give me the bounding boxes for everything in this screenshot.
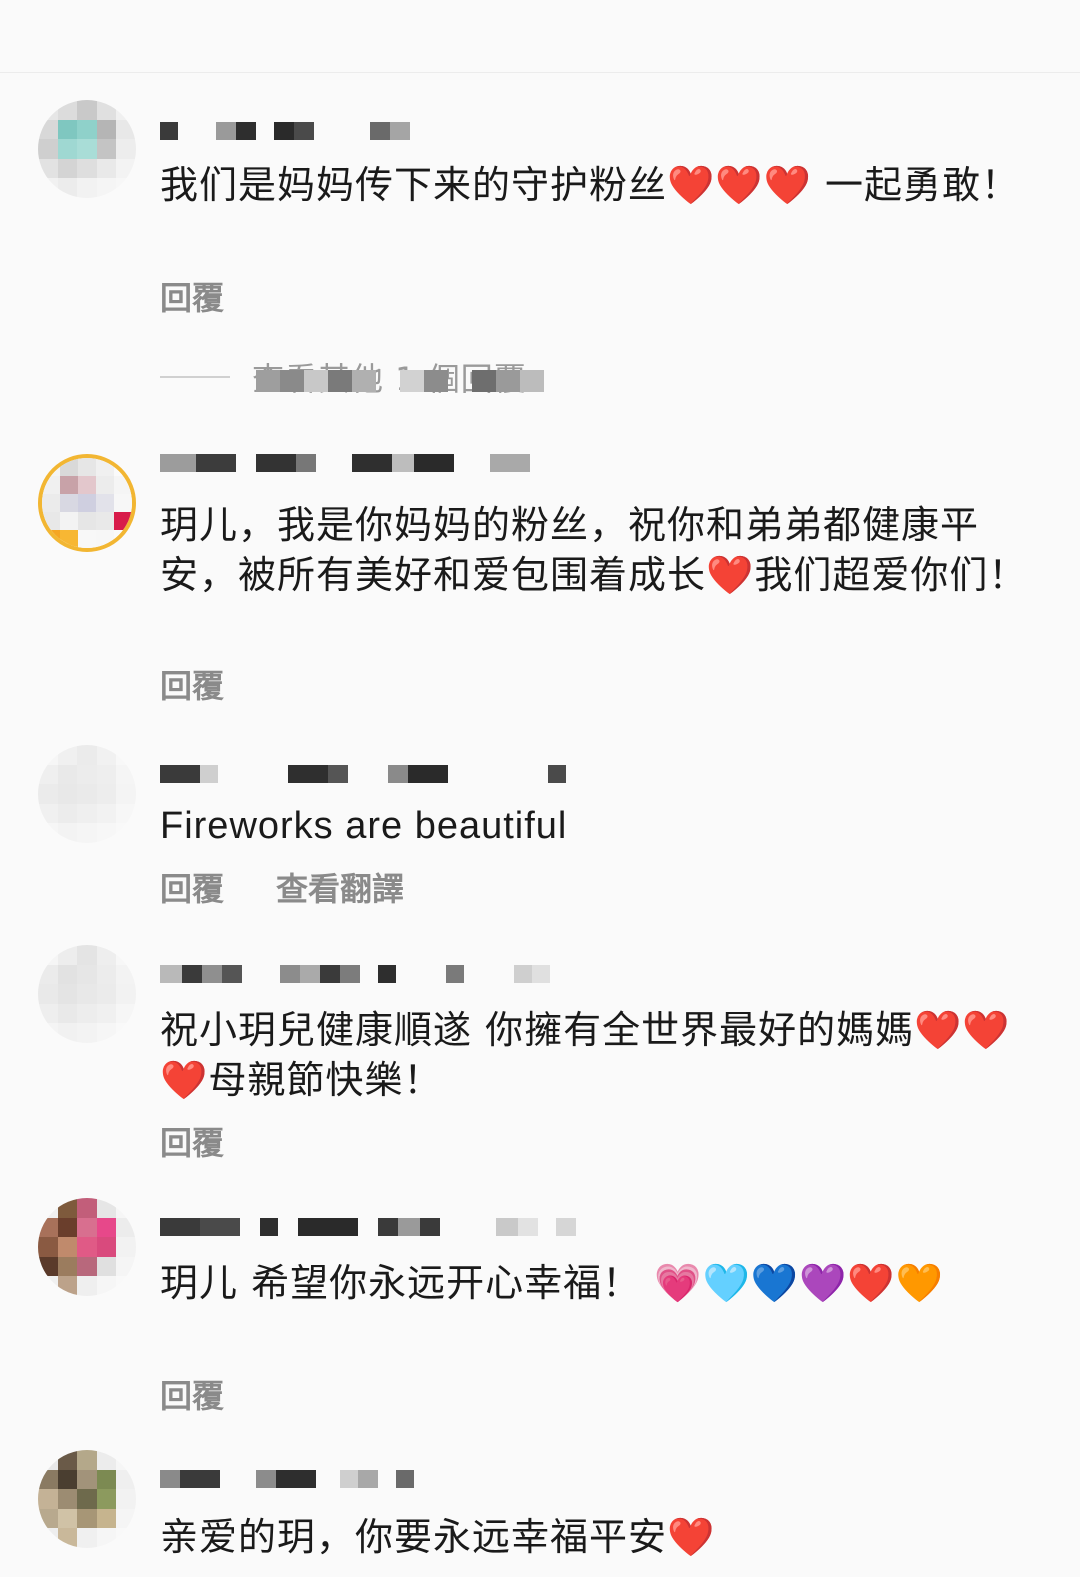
comment-actions: 回覆 [160,1123,224,1163]
comment-text: Fireworks are beautiful [160,805,568,847]
comment-actions: 回覆 [160,666,224,706]
reply-button[interactable]: 回覆 [160,278,224,318]
username-blurred[interactable] [160,452,530,474]
reply-button[interactable]: 回覆 [160,1123,224,1163]
avatar[interactable] [38,100,136,198]
reply-button[interactable]: 回覆 [160,1376,224,1416]
replies-divider [160,376,230,378]
username-blurred[interactable] [160,1216,576,1238]
see-translation-button[interactable]: 查看翻譯 [276,869,404,909]
comment-text: 亲爱的玥，你要永远幸福平安❤️ [160,1515,716,1559]
comment-text: 玥儿，我是你妈妈的粉丝，祝你和弟弟都健康平安，被所有美好和爱包围着成长❤️我们超… [160,503,1028,597]
avatar[interactable] [38,1198,136,1296]
avatar[interactable] [38,945,136,1043]
mosaic-overlay [256,370,544,392]
divider [0,72,1080,73]
username-blurred[interactable] [160,1468,414,1490]
username-blurred[interactable] [160,963,550,985]
comment-text: 玥儿 希望你永远开心幸福！ 💗🩵💙💜❤️🧡 [160,1261,945,1305]
comments-screen: 我们是妈妈传下来的守护粉丝❤️❤️❤️ 一起勇敢！ 回覆 查看其他 1 個回覆 … [0,0,1080,1577]
comment-actions: 回覆 [160,1376,224,1416]
reply-button[interactable]: 回覆 [160,666,224,706]
comment-actions: 回覆 查看翻譯 [160,869,404,909]
username-blurred[interactable] [160,120,410,142]
avatar[interactable] [38,454,136,552]
avatar[interactable] [38,745,136,843]
comment-text: 我们是妈妈传下来的守护粉丝❤️❤️❤️ 一起勇敢！ [160,163,1021,207]
comment-actions: 回覆 [160,278,224,318]
username-blurred[interactable] [160,763,566,785]
reply-button[interactable]: 回覆 [160,869,224,909]
comment-text: 祝小玥兒健康順遂 你擁有全世界最好的媽媽❤️❤️❤️母親節快樂！ [160,1008,1011,1102]
avatar[interactable] [38,1450,136,1548]
